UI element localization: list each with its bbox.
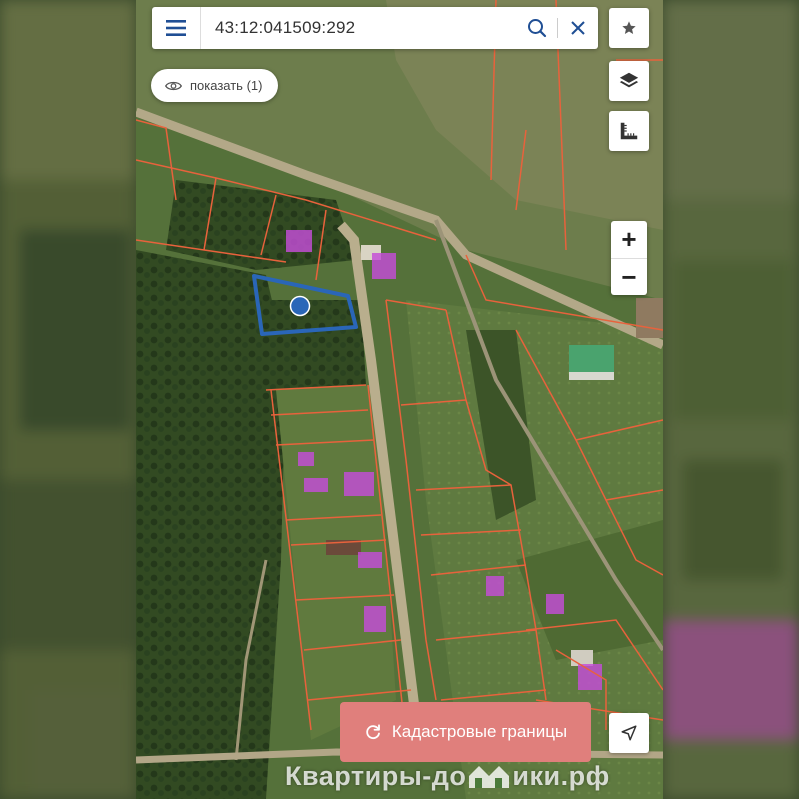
cadastral-boundaries-button[interactable]: Кадастровые границы <box>340 702 591 762</box>
star-icon <box>622 21 636 34</box>
zoom-out-button[interactable]: − <box>611 259 647 296</box>
blurred-background-left <box>0 0 136 799</box>
blurred-background-right <box>663 0 799 799</box>
house-logo-icon <box>469 766 510 788</box>
locate-button[interactable] <box>609 713 649 753</box>
layers-icon <box>619 72 639 88</box>
search-button[interactable] <box>517 7 557 49</box>
measure-button[interactable] <box>609 111 649 151</box>
layers-button[interactable] <box>609 61 649 101</box>
location-arrow-icon <box>621 725 637 741</box>
show-results-button[interactable]: показать (1) <box>151 69 279 102</box>
satellite-map[interactable] <box>136 0 663 799</box>
watermark-text-start: Квартиры-до <box>285 760 467 791</box>
watermark: Квартиры-до ики.рф <box>285 756 610 796</box>
search-bar: 43:12:041509:292 <box>152 7 598 49</box>
zoom-control: + − <box>611 221 647 295</box>
menu-button[interactable] <box>152 7 201 49</box>
search-input[interactable]: 43:12:041509:292 <box>201 18 517 38</box>
close-icon <box>571 21 585 35</box>
favorite-button[interactable] <box>609 8 649 48</box>
watermark-text-end: ики.рф <box>512 760 610 791</box>
cadastral-boundaries-label: Кадастровые границы <box>391 722 568 741</box>
zoom-in-button[interactable]: + <box>611 221 647 259</box>
clear-button[interactable] <box>558 7 598 49</box>
eye-icon <box>165 81 182 90</box>
refresh-icon <box>366 724 380 740</box>
search-icon <box>528 19 547 38</box>
ruler-icon <box>620 122 638 140</box>
show-results-label: показать (1) <box>190 78 263 93</box>
menu-icon <box>166 20 186 36</box>
